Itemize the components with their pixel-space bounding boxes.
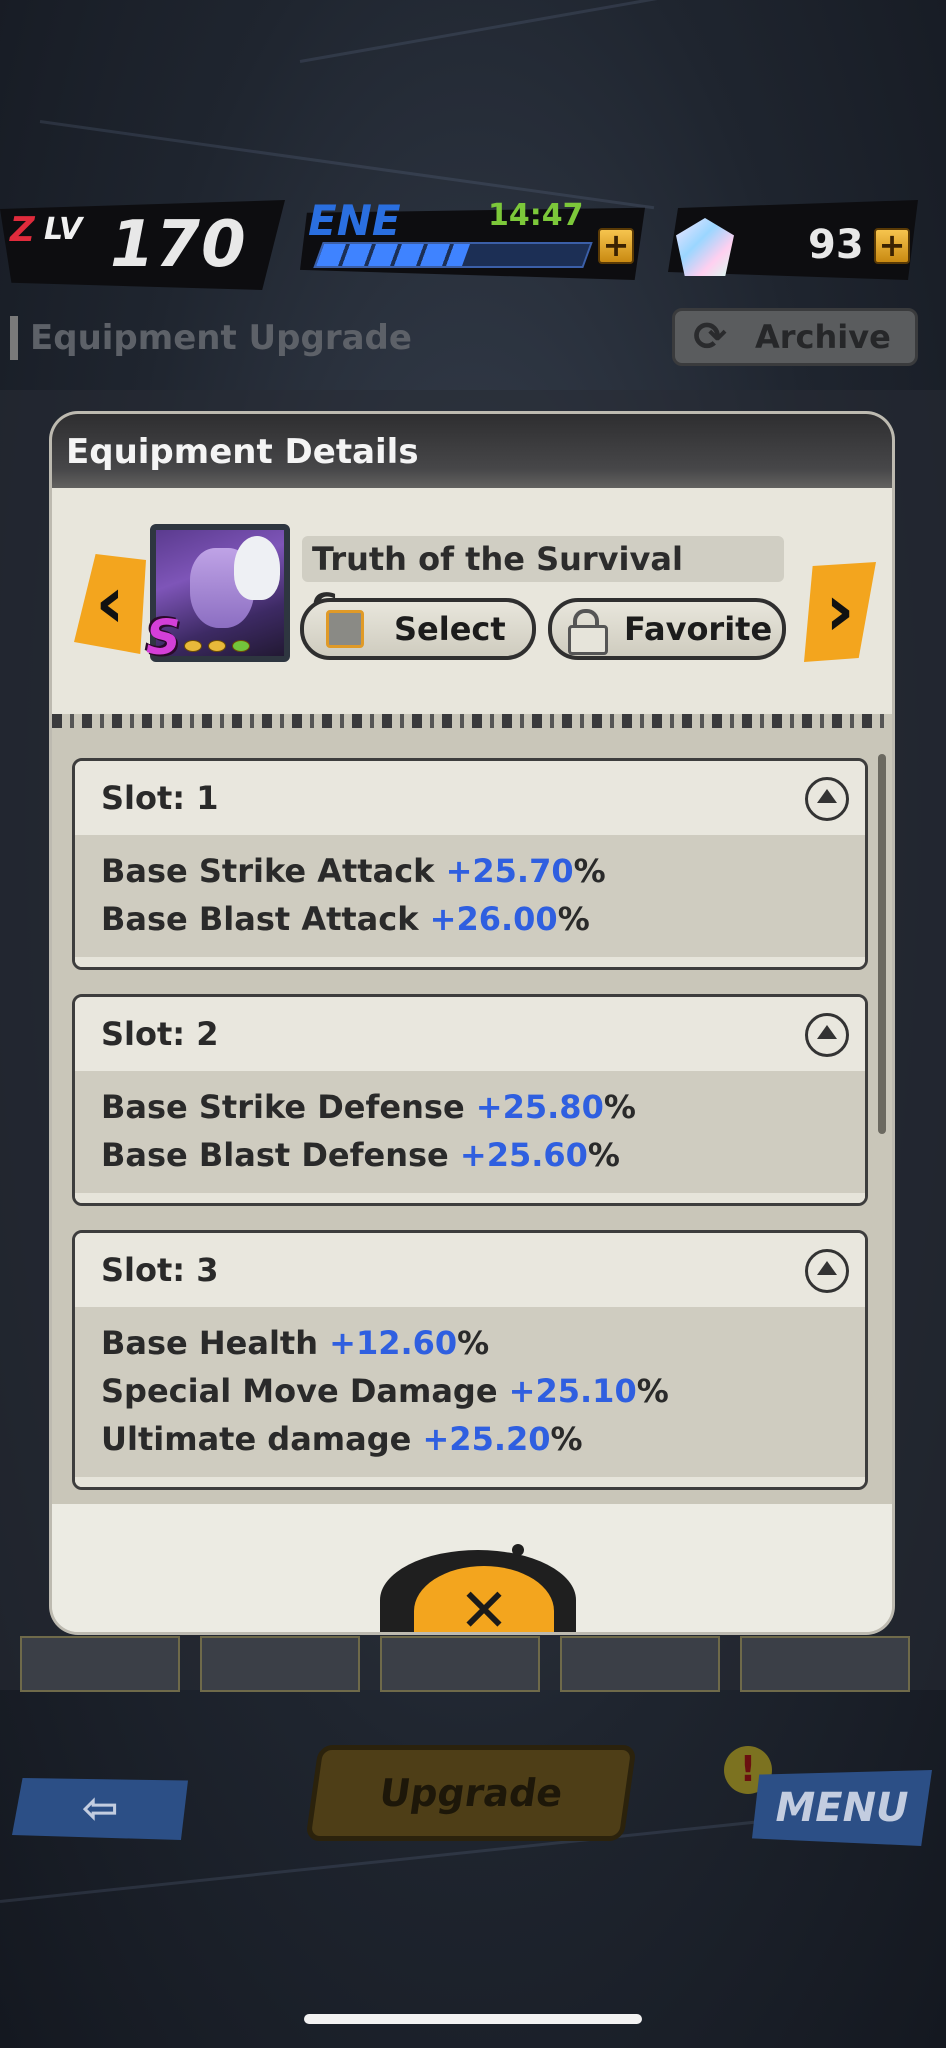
stat-value: +12.60 [329, 1324, 458, 1362]
slot-title: Slot: 3 [101, 1251, 219, 1289]
dragon-stone-count: 93 [808, 222, 864, 268]
slot-title: Slot: 1 [101, 779, 219, 817]
orb-icon [208, 640, 226, 652]
back-arrow-icon: ⇦ [81, 1783, 119, 1834]
archive-button[interactable]: ⟳ Archive [672, 308, 918, 366]
rank-value: 170 [110, 208, 247, 282]
energy-timer: 14:47 [488, 198, 584, 233]
lock-icon [568, 609, 608, 655]
equipment-tile [560, 1636, 720, 1692]
energy-bar [313, 242, 593, 268]
equipment-tile [740, 1636, 910, 1692]
stat-name: Special Move Damage [101, 1372, 509, 1410]
scrollbar[interactable] [878, 754, 886, 1134]
decorative-dot [512, 1544, 524, 1556]
stat-row: Base Strike Attack +25.70% [101, 847, 839, 895]
stat-row: Special Move Damage +25.10% [101, 1367, 839, 1415]
stat-value: +26.00 [429, 900, 558, 938]
slot-header[interactable]: Slot: 2 [75, 997, 865, 1071]
energy-bar-fill [315, 244, 471, 266]
stat-value: +25.80 [475, 1088, 604, 1126]
rarity-badge: S [146, 610, 181, 666]
stat-name: Base Strike Attack [101, 852, 446, 890]
stat-name: Ultimate damage [101, 1420, 423, 1458]
stat-row: Base Blast Defense +25.60% [101, 1131, 839, 1179]
stat-name: Base Strike Defense [101, 1088, 476, 1126]
archive-label: Archive [755, 318, 891, 356]
stat-unit: % [603, 1088, 636, 1126]
home-indicator[interactable] [304, 2014, 642, 2024]
add-stones-button[interactable]: + [874, 228, 910, 264]
stat-value: +25.60 [459, 1136, 588, 1174]
stat-row: Ultimate damage +25.20% [101, 1415, 839, 1463]
upgrade-button[interactable]: Upgrade [305, 1745, 637, 1841]
collapse-icon[interactable] [805, 777, 849, 821]
collapse-icon[interactable] [805, 1013, 849, 1057]
favorite-label: Favorite [624, 610, 773, 648]
slot-stats: Base Strike Attack +25.70% Base Blast At… [75, 835, 865, 967]
stat-unit: % [587, 1136, 620, 1174]
stat-name: Base Blast Attack [101, 900, 430, 938]
stat-row: Base Strike Defense +25.80% [101, 1083, 839, 1131]
equipment-details-modal: Equipment Details ‹ S Truth of the Survi… [52, 414, 892, 1632]
background-streak [299, 0, 931, 63]
character-hair-art [234, 536, 280, 600]
stat-value: +25.10 [508, 1372, 637, 1410]
favorite-button[interactable]: Favorite [548, 598, 786, 660]
stat-name: Base Blast Defense [101, 1136, 460, 1174]
energy-label: ENE [308, 196, 401, 245]
orb-icon [232, 640, 250, 652]
slot-card: Slot: 3 Base Health +12.60% Special Move… [72, 1230, 868, 1490]
slot-title: Slot: 2 [101, 1015, 219, 1053]
equipment-tile [20, 1636, 180, 1692]
back-button[interactable]: ⇦ [12, 1778, 188, 1840]
stat-value: +25.20 [422, 1420, 551, 1458]
slot-header[interactable]: Slot: 1 [75, 761, 865, 835]
stat-value: +25.70 [445, 852, 574, 890]
rank-prefix: Z [10, 210, 35, 250]
stat-unit: % [550, 1420, 583, 1458]
orb-icon [184, 640, 202, 652]
add-energy-button[interactable]: + [598, 228, 634, 264]
checkbox-icon [326, 610, 364, 648]
stat-unit: % [636, 1372, 669, 1410]
page-title: Equipment Upgrade [10, 316, 412, 360]
equipment-tile [200, 1636, 360, 1692]
stat-name: Base Health [101, 1324, 330, 1362]
stat-row: Base Health +12.60% [101, 1319, 839, 1367]
menu-button[interactable]: MENU [752, 1770, 932, 1846]
select-button[interactable]: Select [300, 598, 536, 660]
slot-stats: Base Strike Defense +25.80% Base Blast D… [75, 1071, 865, 1203]
level-orbs [184, 640, 250, 652]
stat-row: Base Blast Attack +26.00% [101, 895, 839, 943]
stat-unit: % [573, 852, 606, 890]
stat-unit: % [557, 900, 590, 938]
slot-header[interactable]: Slot: 3 [75, 1233, 865, 1307]
refresh-icon: ⟳ [693, 314, 727, 360]
collapse-icon[interactable] [805, 1249, 849, 1293]
equipment-tile [380, 1636, 540, 1692]
rank-label: LV [44, 212, 83, 247]
select-label: Select [394, 610, 506, 648]
stat-unit: % [457, 1324, 490, 1362]
slot-card: Slot: 1 Base Strike Attack +25.70% Base … [72, 758, 868, 970]
equipment-name: Truth of the Survival Game [302, 536, 784, 624]
slot-card: Slot: 2 Base Strike Defense +25.80% Base… [72, 994, 868, 1206]
slot-stats: Base Health +12.60% Special Move Damage … [75, 1307, 865, 1487]
slot-list[interactable]: Slot: 1 Base Strike Attack +25.70% Base … [52, 714, 892, 1504]
modal-title: Equipment Details [66, 432, 419, 472]
